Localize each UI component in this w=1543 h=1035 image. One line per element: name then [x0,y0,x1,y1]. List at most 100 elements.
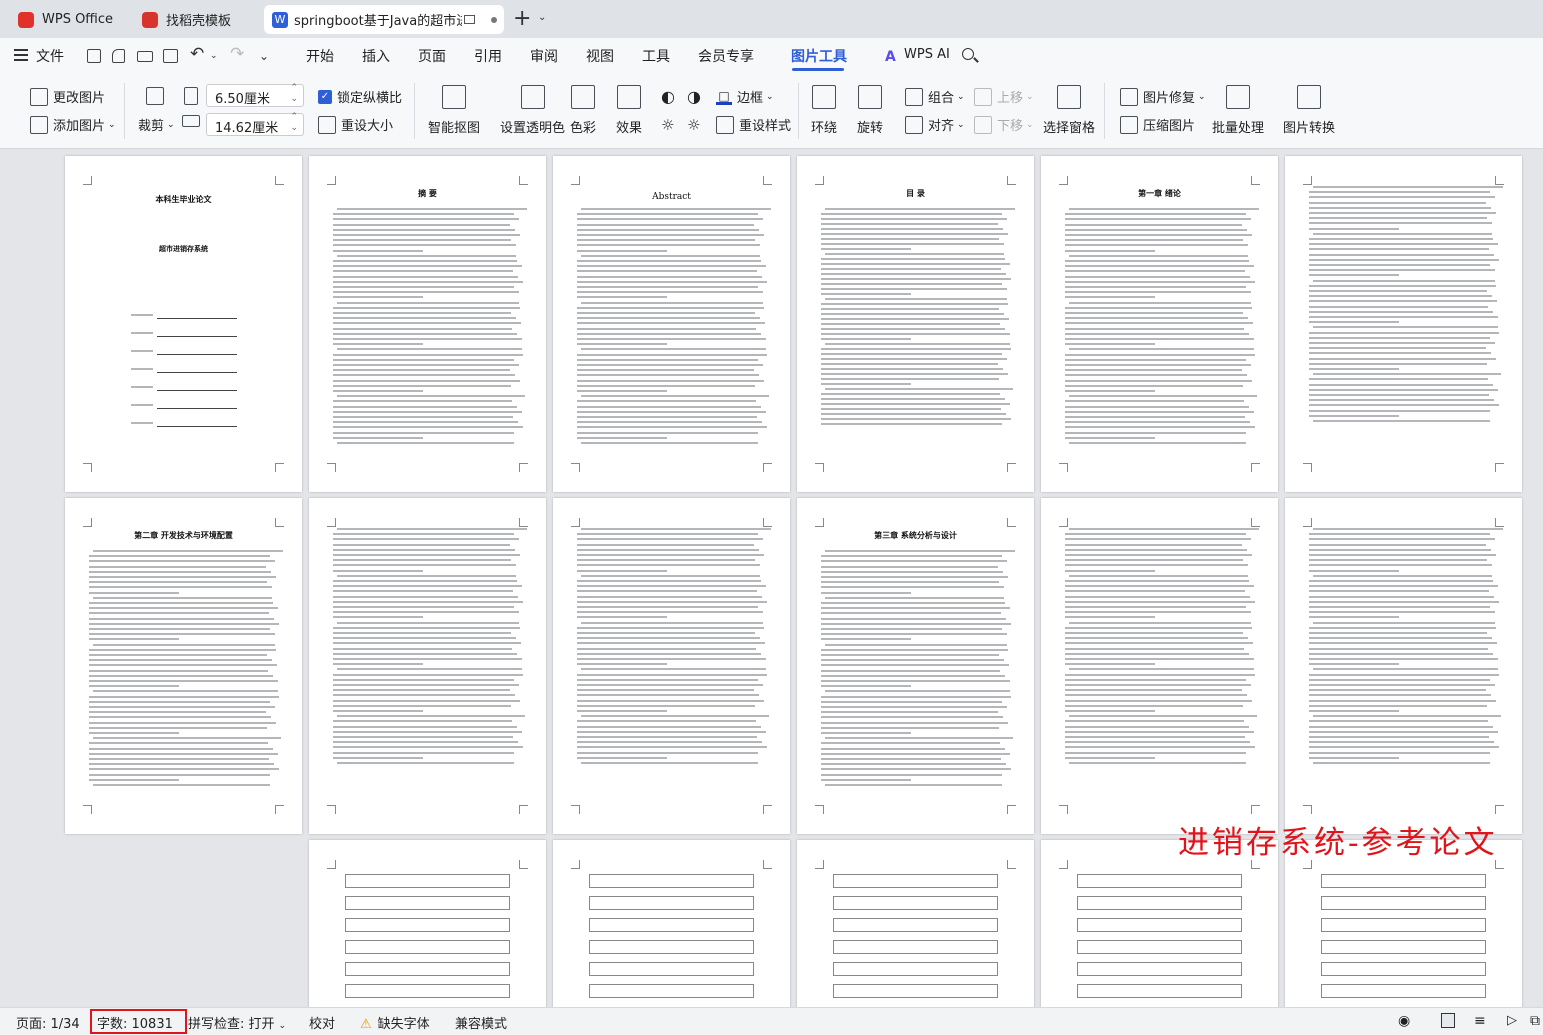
image-repair-button[interactable]: 图片修复 ⌄ [1120,87,1206,106]
add-image-icon [30,115,48,134]
width-input[interactable]: 14.62厘米 [206,112,304,136]
page-thumbnail[interactable]: 目 录 [797,156,1034,492]
selection-pane-button[interactable]: 选择窗格 [1043,85,1095,136]
brightness-up-icon[interactable]: ◐ [661,87,675,106]
page-thumbnail[interactable]: 第二章 开发技术与环境配置 [65,498,302,834]
contrast-down-icon[interactable]: ☼ [687,116,700,134]
undo-icon[interactable]: ↶ [190,44,204,64]
page-indicator[interactable]: 页面: 1/34 [16,1013,80,1032]
warning-icon: ⚠ [360,1017,372,1032]
bring-forward-button[interactable]: 上移 ⌄ [974,87,1034,106]
wps-ai-icon[interactable]: A [885,49,896,65]
page-thumbnail[interactable]: 本科生毕业论文 超市进销存系统 [65,156,302,492]
menu-review[interactable]: 审阅 [530,46,558,66]
menu-tools[interactable]: 工具 [642,46,670,66]
tab-template[interactable]: 找稻壳模板 [128,5,258,34]
menu-bar: 文件 ↶ ⌄ ↷ ⌄ 开始 插入 页面 引用 审阅 视图 工具 会员专享 图片工… [0,38,1543,73]
outline-view-icon[interactable]: ≡ [1474,1013,1486,1029]
document-area[interactable]: 本科生毕业论文 超市进销存系统 摘 要 Abstract 目 录 第一章 绪论第二章 开发… [0,150,1543,1007]
page-thumbnail[interactable] [1041,840,1278,1007]
batch-process-button[interactable]: 批量处理 [1212,85,1264,136]
menu-member[interactable]: 会员专享 [698,46,754,66]
page-heading: 第二章 开发技术与环境配置 [134,531,233,540]
menu-insert[interactable]: 插入 [362,46,390,66]
word-count[interactable]: 字数: 10831 [97,1013,173,1032]
menu-page[interactable]: 页面 [418,46,446,66]
redo-icon[interactable]: ↷ [230,44,244,64]
compress-image-button[interactable]: 压缩图片 [1120,115,1195,134]
missing-font-button[interactable]: ⚠ 缺失字体 [360,1013,430,1032]
eye-protection-icon[interactable]: ◉ [1398,1013,1410,1029]
tab-list-chevron-icon[interactable]: ⌄ [538,12,546,23]
menu-wps-ai[interactable]: WPS AI [904,47,950,62]
crop-icon [146,87,164,105]
table-block [589,962,754,976]
brightness-down-icon[interactable]: ◑ [687,87,701,106]
resize-button[interactable]: 重设大小 [318,115,393,134]
monitor-icon[interactable] [464,15,475,24]
print-icon[interactable] [137,51,153,62]
page-thumbnail[interactable] [1285,156,1522,492]
page-thumbnail[interactable]: 摘 要 [309,156,546,492]
border-button[interactable]: □ 边框 ⌄ [716,87,774,106]
new-tab-icon[interactable]: + [513,6,531,31]
page-thumbnail[interactable] [309,840,546,1007]
send-backward-button[interactable]: 下移 ⌄ [974,115,1034,134]
effects-button[interactable]: 效果 [616,85,642,136]
table-block [589,896,754,910]
add-image-button[interactable]: 添加图片 ⌄ [30,115,116,134]
page-thumbnail[interactable] [1041,498,1278,834]
page-thumbnail[interactable] [309,498,546,834]
contrast-up-icon[interactable]: ☼ [661,116,674,134]
height-input[interactable]: 6.50厘米 [206,83,304,107]
page-thumbnail[interactable] [1285,498,1522,834]
page-thumbnail[interactable]: Abstract [553,156,790,492]
page-view-icon[interactable] [1441,1013,1455,1028]
crop-icon-button[interactable] [146,87,169,105]
save-icon[interactable] [87,49,101,63]
page-thumbnail[interactable]: 第一章 绪论 [1041,156,1278,492]
more-view-icon[interactable]: ⧉ [1530,1013,1540,1029]
proofread-button[interactable]: 校对 [309,1013,335,1032]
undo-chevron-icon[interactable]: ⌄ [210,51,218,61]
effects-icon [617,85,641,109]
play-icon[interactable]: ▷ [1507,1013,1517,1028]
page-thumbnail[interactable]: 第三章 系统分析与设计 [797,498,1034,834]
crop-button[interactable]: 裁剪 ⌄ [138,115,175,134]
tab-label: springboot基于Java的超市进 [294,14,462,29]
page-thumbnail[interactable] [553,498,790,834]
table-block [1077,984,1242,998]
smart-cutout-button[interactable]: 智能抠图 [428,85,480,136]
page-thumbnail[interactable] [553,840,790,1007]
tab-label: 找稻壳模板 [166,14,232,29]
print-preview-icon[interactable] [163,49,178,63]
wrap-button[interactable]: 环绕 [811,85,837,136]
page-thumbnail[interactable] [797,840,1034,1007]
table-block [1321,984,1486,998]
tab-document[interactable]: W springboot基于Java的超市进 [264,5,504,34]
set-transparent-button[interactable]: 设置透明色 [500,85,565,136]
menu-home[interactable]: 开始 [306,46,334,66]
menu-file[interactable]: 文件 [36,46,64,66]
image-convert-button[interactable]: 图片转换 [1283,85,1335,136]
more-chevron-icon[interactable]: ⌄ [259,49,269,63]
change-image-button[interactable]: 更改图片 [30,87,105,106]
tab-wps-office[interactable]: WPS Office [8,5,120,34]
menu-references[interactable]: 引用 [474,46,502,66]
menu-view[interactable]: 视图 [586,46,614,66]
rotate-button[interactable]: 旋转 [857,85,883,136]
transparent-color-icon [520,85,545,109]
color-button[interactable]: 色彩 [570,85,596,136]
batch-icon [1226,85,1250,109]
menu-picture-tools[interactable]: 图片工具 [791,46,847,66]
tab-dot-icon[interactable] [491,16,497,23]
hamburger-icon[interactable] [14,49,28,61]
group-button[interactable]: 组合 ⌄ [905,87,965,106]
align-button[interactable]: 对齐 ⌄ [905,115,965,134]
reset-style-button[interactable]: 重设样式 [716,115,791,134]
lock-ratio-checkbox[interactable]: ✓ 锁定纵横比 [318,87,402,106]
export-icon[interactable] [112,49,125,63]
search-icon[interactable] [962,48,979,63]
page-thumbnail[interactable] [1285,840,1522,1007]
spell-check-toggle[interactable]: 拼写检查: 打开 ⌄ [188,1013,286,1032]
